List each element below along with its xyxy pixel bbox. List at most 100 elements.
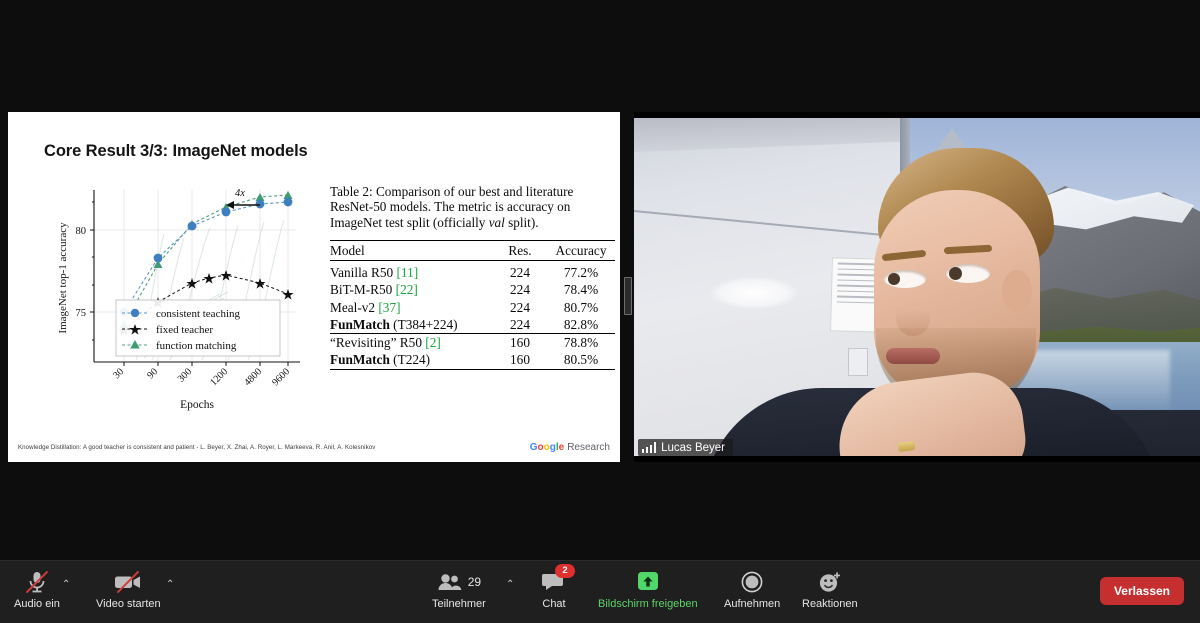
legend-label-1: fixed teacher [156, 324, 213, 336]
cell-accuracy: 80.5% [563, 352, 599, 368]
person-eye-right [946, 264, 990, 283]
participants-options-caret[interactable]: ⌃ [506, 579, 514, 590]
chart-svg: ImageNet top-1 accuracy 80 75 30 90 300 … [57, 188, 300, 411]
col-header-accuracy: Accuracy [547, 242, 615, 262]
cell-accuracy: 78.4% [563, 282, 599, 298]
cell-accuracy: 82.8% [563, 316, 599, 332]
col-header-model: Model [330, 242, 493, 262]
cell-ref: [22] [395, 282, 418, 298]
chat-button-label: Chat [542, 598, 566, 610]
chart-xtick-1: 90 [145, 366, 160, 381]
record-button[interactable]: Aufnehmen [724, 569, 780, 610]
logo-letter-e: e [558, 442, 565, 453]
split-view-divider[interactable] [620, 112, 634, 462]
cell-model: BiT-M-R50 [330, 282, 393, 298]
chart-ytick-80: 80 [76, 226, 87, 237]
slide-footer-citation: Knowledge Distillation: A good teacher i… [18, 444, 376, 451]
cell-model-suffix: (T384+224) [393, 316, 458, 332]
cell-accuracy: 80.7% [563, 299, 599, 315]
audio-button-label: Audio ein [14, 598, 60, 610]
camera-off-icon [113, 569, 143, 595]
table-row: FunMatch (T384+224) 224 82.8% [330, 316, 615, 334]
chat-bubble-icon: 2 [542, 564, 575, 595]
person-hand [832, 367, 1030, 456]
cell-res: 224 [510, 316, 530, 332]
caption-line-3a: ImageNet test split (officially [330, 214, 489, 230]
share-screen-button[interactable]: Bildschirm freigeben [598, 569, 698, 610]
reactions-button[interactable]: Reaktionen [802, 569, 858, 610]
cell-res: 224 [510, 299, 530, 315]
table-caption: Table 2: Comparison of our best and lite… [330, 184, 615, 230]
person-mouth [886, 348, 940, 364]
caption-line-1: Table 2: Comparison of our best and lite… [330, 184, 574, 199]
cell-model: Vanilla R50 [330, 265, 394, 281]
slide-footer: Knowledge Distillation: A good teacher i… [8, 440, 620, 462]
caption-italic-val: val [488, 214, 505, 230]
cell-model-suffix: (T224) [393, 352, 431, 368]
audio-button[interactable]: Audio ein [14, 569, 60, 610]
chat-unread-badge: 2 [555, 564, 575, 578]
cell-res: 160 [493, 333, 547, 352]
table-header-row: Model Res. Accuracy [330, 242, 615, 262]
cell-res: 160 [510, 352, 530, 368]
paper-table-figure: Table 2: Comparison of our best and lite… [330, 184, 615, 373]
participants-icon: 29 [437, 569, 481, 595]
chart-ylabel: ImageNet top-1 accuracy [57, 222, 69, 334]
audio-options-caret[interactable]: ⌃ [62, 579, 70, 590]
table-row: FunMatch (T224) 160 80.5% [330, 352, 615, 370]
legend-label-2: function matching [156, 340, 237, 352]
caption-line-3b: split). [504, 214, 539, 230]
chart-legend: consistent teaching fixed teacher functi… [115, 299, 281, 357]
legend-label-0: consistent teaching [156, 308, 241, 320]
chart-xtick-2: 300 [176, 366, 194, 384]
record-circle-icon [740, 569, 764, 595]
microphone-muted-icon [25, 569, 49, 595]
participant-name-tag: Lucas Beyer [638, 439, 733, 456]
cell-res: 224 [510, 282, 530, 298]
participants-button-label: Teilnehmer [432, 598, 486, 610]
participants-button[interactable]: 29 Teilnehmer [432, 569, 486, 610]
person-ear [1002, 270, 1032, 312]
video-feed [634, 118, 1200, 456]
shared-screen-slide[interactable]: Core Result 3/3: ImageNet models ImageNe… [8, 112, 620, 462]
google-research-logo: Google Research [530, 442, 610, 453]
cell-ref: [11] [396, 265, 419, 281]
cell-ref: [37] [378, 299, 401, 315]
leave-meeting-button[interactable]: Verlassen [1099, 577, 1184, 605]
share-screen-button-label: Bildschirm freigeben [598, 598, 698, 610]
participants-count: 29 [467, 575, 482, 589]
participant-video-tile[interactable]: Lucas Beyer [634, 112, 1200, 462]
series-consistent-teaching-line [123, 201, 289, 313]
divider-drag-handle[interactable] [624, 277, 632, 315]
video-button-label: Video starten [96, 598, 161, 610]
meeting-stage: Core Result 3/3: ImageNet models ImageNe… [0, 112, 1200, 462]
cell-model: FunMatch [330, 352, 390, 368]
cell-accuracy: 77.2% [563, 265, 599, 281]
col-header-res: Res. [493, 242, 547, 262]
chart-annotation-label: 4x [235, 188, 245, 199]
participant-name-label: Lucas Beyer [661, 441, 725, 454]
cell-model: “Revisiting” R50 [330, 334, 422, 350]
caption-line-2: ResNet-50 models. The metric is accuracy… [330, 199, 571, 215]
share-screen-icon [632, 569, 664, 595]
chart-ytick-75: 75 [76, 308, 87, 319]
table-row: Vanilla R50 [11] 224 77.2% [330, 265, 615, 282]
logo-research-text: Research [567, 442, 610, 453]
cell-res: 224 [510, 265, 530, 281]
logo-letter-g: G [529, 442, 538, 453]
reactions-button-label: Reaktionen [802, 598, 858, 610]
record-button-label: Aufnehmen [724, 598, 781, 610]
cell-model: FunMatch [330, 316, 390, 332]
signal-strength-icon [642, 442, 657, 453]
chart-xtick-4: 4800 [242, 366, 264, 388]
smiley-plus-icon [817, 569, 843, 595]
video-options-caret[interactable]: ⌃ [166, 579, 174, 590]
cell-accuracy: 78.8% [547, 333, 615, 352]
slide-title: Core Result 3/3: ImageNet models [44, 142, 308, 160]
accuracy-vs-epochs-chart: ImageNet top-1 accuracy 80 75 30 90 300 … [52, 182, 312, 432]
person-eye-left [884, 270, 926, 288]
table-row: BiT-M-R50 [22] 224 78.4% [330, 282, 615, 299]
chat-button[interactable]: 2 Chat [542, 564, 575, 610]
chart-xtick-5: 9600 [270, 366, 292, 388]
video-button[interactable]: Video starten [96, 569, 161, 610]
